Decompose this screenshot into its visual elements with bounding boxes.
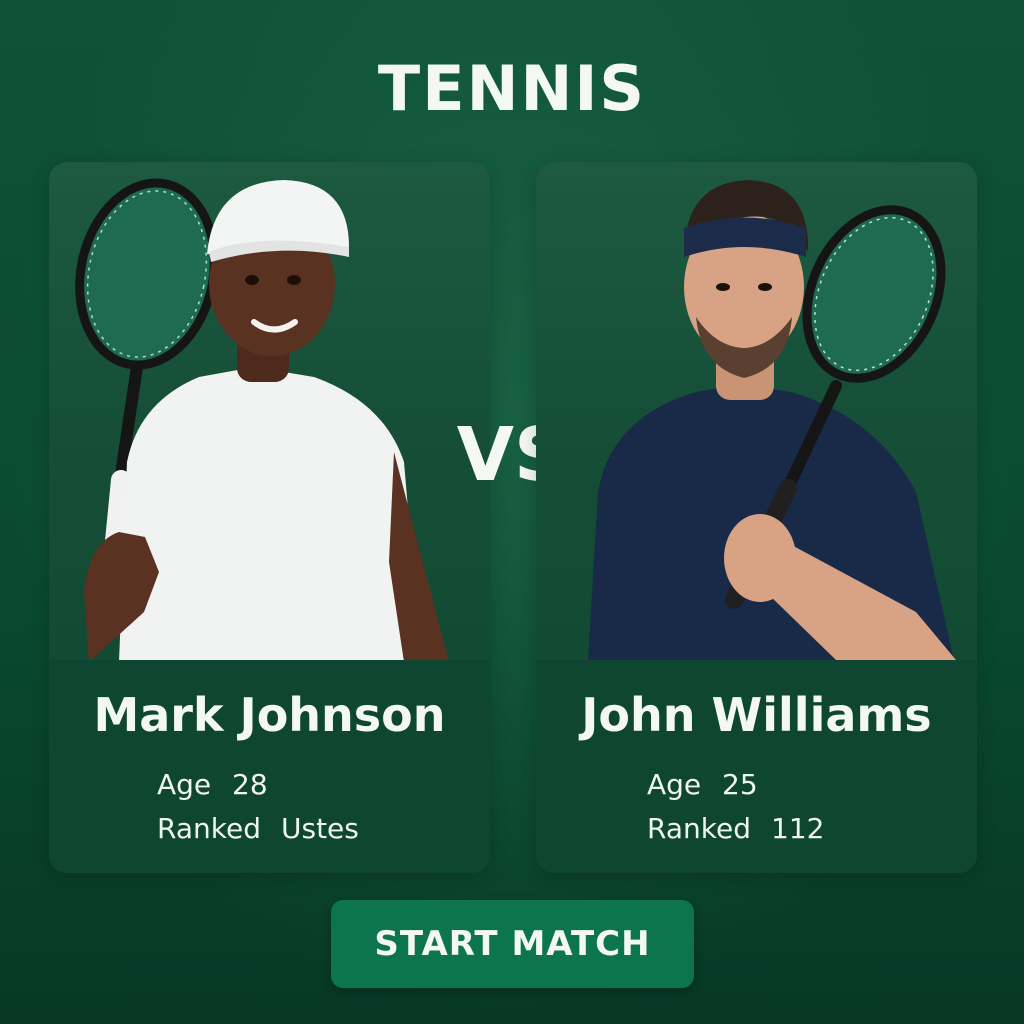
player-name: John Williams: [581, 688, 932, 742]
player-photo-left: [49, 162, 490, 660]
player-portrait-mark-johnson: [75, 178, 449, 660]
player-age-label: Age: [647, 768, 702, 801]
player-portrait-john-williams: [588, 180, 956, 660]
player-card-left[interactable]: Mark Johnson Age 28 Ranked Ustes: [49, 162, 490, 873]
player-info-left: Mark Johnson Age 28 Ranked Ustes: [49, 660, 490, 873]
player-rank-label: Ranked: [157, 812, 261, 845]
player-age-value: 28: [232, 768, 268, 801]
game-screen: TENNIS Mark Johnson Age 28 Ranked Ustes …: [0, 0, 1024, 1024]
player-name: Mark Johnson: [93, 688, 446, 742]
player-rank-value: Ustes: [281, 812, 359, 845]
player-photo-right: [536, 162, 977, 660]
player-rank-label: Ranked: [647, 812, 751, 845]
player-card-right[interactable]: John Williams Age 25 Ranked 112: [536, 162, 977, 873]
player-age-value: 25: [722, 768, 758, 801]
player-info-right: John Williams Age 25 Ranked 112: [536, 660, 977, 873]
player-rank-value: 112: [771, 812, 825, 845]
player-age-label: Age: [157, 768, 212, 801]
start-match-button[interactable]: START MATCH: [331, 900, 694, 988]
game-title: TENNIS: [377, 52, 647, 125]
